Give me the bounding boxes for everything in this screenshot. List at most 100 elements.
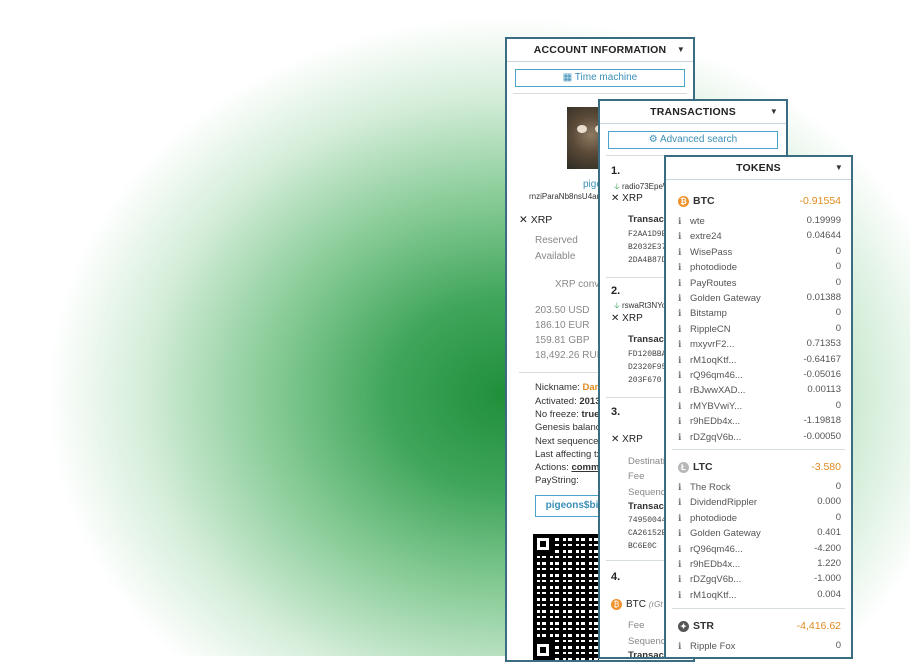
token-issuer-name[interactable]: DividendRippler xyxy=(690,497,757,508)
transactions-panel-header[interactable]: TRANSACTIONS ▼ xyxy=(600,101,786,124)
token-issuer-name[interactable]: rDZgqV6b... xyxy=(690,432,741,443)
token-issuer-row[interactable]: ℹ Bitstamp 0 xyxy=(678,306,841,320)
token-group-separator xyxy=(672,608,845,609)
token-issuer-row[interactable]: ℹ PayRoutes 0 xyxy=(678,276,841,290)
token-issuer-row[interactable]: ℹ rMYBVwiY... 0 xyxy=(678,399,841,413)
token-issuer-name[interactable]: rQ96qm46... xyxy=(690,370,743,381)
info-icon[interactable]: ℹ xyxy=(678,399,690,413)
info-icon[interactable]: ℹ xyxy=(678,291,690,305)
info-icon[interactable]: ℹ xyxy=(678,337,690,351)
token-issuer-name[interactable]: rQ96qm46... xyxy=(690,544,743,555)
token-issuer-balance: 0 xyxy=(835,276,841,288)
info-icon[interactable]: ℹ xyxy=(678,276,690,290)
info-icon[interactable]: ℹ xyxy=(678,588,690,602)
transactions-panel-title: TRANSACTIONS xyxy=(650,106,736,118)
info-icon[interactable]: ℹ xyxy=(678,368,690,382)
info-icon[interactable]: ℹ xyxy=(678,353,690,367)
token-issuer-name[interactable]: Ripple Fox xyxy=(690,641,735,652)
token-currency-2[interactable]: ✦ STR -4,416.62 xyxy=(678,618,841,634)
token-issuer-name[interactable]: PayRoutes xyxy=(690,278,736,289)
token-issuer-name[interactable]: extre24 xyxy=(690,231,722,242)
token-issuer-name[interactable]: RippleCN xyxy=(690,324,731,335)
currency-coin-icon: ₿ xyxy=(678,195,689,207)
token-issuer-row[interactable]: ℹ rM1oqKtf... -0.64167 xyxy=(678,353,841,367)
token-issuer-balance: 0 xyxy=(835,511,841,523)
token-issuer-name[interactable]: r9hEDb4x... xyxy=(690,559,740,570)
token-issuer-balance: -1.19818 xyxy=(803,415,841,427)
info-icon[interactable]: ℹ xyxy=(678,214,690,228)
token-issuer-name[interactable]: Bitstamp xyxy=(690,308,727,319)
advanced-search-button[interactable]: ⚙ Advanced search xyxy=(608,131,778,149)
info-icon[interactable]: ℹ xyxy=(678,306,690,320)
account-panel-title: ACCOUNT INFORMATION xyxy=(533,44,667,56)
xrp-icon: ✕ xyxy=(519,214,531,226)
token-currency-1[interactable]: Ł LTC -3.580 xyxy=(678,459,841,475)
token-issuer-name[interactable]: photodiode xyxy=(690,513,737,524)
caret-down-icon[interactable]: ▼ xyxy=(835,157,843,179)
token-issuer-row[interactable]: ℹ rQ96qm46... -0.05016 xyxy=(678,368,841,382)
info-icon[interactable]: ℹ xyxy=(678,557,690,571)
token-issuer-name[interactable]: rM1oqKtf... xyxy=(690,355,736,366)
info-icon[interactable]: ℹ xyxy=(678,542,690,556)
info-icon[interactable]: ℹ xyxy=(678,245,690,259)
token-issuer-row[interactable]: ℹ mxyvrF2... 0.71353 xyxy=(678,337,841,351)
qr-code xyxy=(533,534,599,660)
token-issuer-row[interactable]: ℹ Golden Gateway 0.401 xyxy=(678,526,841,540)
token-issuer-row[interactable]: ℹ rDZgqV6b... -0.00050 xyxy=(678,430,841,444)
info-icon[interactable]: ℹ xyxy=(678,639,690,653)
token-issuer-name[interactable]: photodiode xyxy=(690,262,737,273)
token-issuer-row[interactable]: ℹ rQ96qm46... -4.200 xyxy=(678,542,841,556)
token-issuer-row[interactable]: ℹ photodiode 0 xyxy=(678,260,841,274)
token-issuer-row[interactable]: ℹ r9hEDb4x... -1.19818 xyxy=(678,414,841,428)
token-currency-0[interactable]: ₿ BTC -0.91554 xyxy=(678,193,841,209)
token-issuer-row[interactable]: ℹ photodiode 0 xyxy=(678,511,841,525)
info-icon[interactable]: ℹ xyxy=(678,229,690,243)
token-issuer-row[interactable]: ℹ rDZgqV6b... -1.000 xyxy=(678,572,841,586)
token-issuer-balance: 0 xyxy=(835,399,841,411)
info-icon[interactable]: ℹ xyxy=(678,430,690,444)
info-icon[interactable]: ℹ xyxy=(678,322,690,336)
token-issuer-row[interactable]: ℹ WisePass 0 xyxy=(678,245,841,259)
account-panel-header[interactable]: ACCOUNT INFORMATION ▼ xyxy=(507,39,693,62)
info-icon[interactable]: ℹ xyxy=(678,480,690,494)
token-issuer-name[interactable]: rM1oqKtf... xyxy=(690,590,736,601)
info-icon[interactable]: ℹ xyxy=(678,526,690,540)
info-icon[interactable]: ℹ xyxy=(678,511,690,525)
token-issuer-name[interactable]: Golden Gateway xyxy=(690,528,761,539)
token-issuer-balance: 0 xyxy=(835,245,841,257)
token-issuer-row[interactable]: ℹ The Rock 0 xyxy=(678,480,841,494)
caret-down-icon[interactable]: ▼ xyxy=(677,39,685,61)
token-issuer-row[interactable]: ℹ RippleCN 0 xyxy=(678,322,841,336)
token-issuer-row[interactable]: ℹ wte 0.19999 xyxy=(678,214,841,228)
token-issuer-name[interactable]: Golden Gateway xyxy=(690,293,761,304)
token-issuer-name[interactable]: rMYBVwiY... xyxy=(690,401,742,412)
time-machine-button[interactable]: ▦ Time machine xyxy=(515,69,685,87)
info-icon[interactable]: ℹ xyxy=(678,260,690,274)
token-issuer-balance: -4.200 xyxy=(814,542,841,554)
info-icon[interactable]: ℹ xyxy=(678,383,690,397)
token-issuer-name[interactable]: The Rock xyxy=(690,482,731,493)
token-issuer-balance: 0.000 xyxy=(817,496,841,508)
token-issuer-name[interactable]: r9hEDb4x... xyxy=(690,416,740,427)
token-issuer-name[interactable]: WisePass xyxy=(690,247,732,258)
token-issuer-row[interactable]: ℹ extre24 0.04644 xyxy=(678,229,841,243)
token-issuer-name[interactable]: rDZgqV6b... xyxy=(690,574,741,585)
caret-down-icon[interactable]: ▼ xyxy=(770,101,778,123)
tokens-panel-header[interactable]: TOKENS ▼ xyxy=(666,157,851,180)
token-issuer-row[interactable]: ℹ rM1oqKtf... 0.004 xyxy=(678,588,841,602)
token-issuer-name[interactable]: rBJwwXAD... xyxy=(690,385,745,396)
info-icon[interactable]: ℹ xyxy=(678,414,690,428)
token-issuer-row[interactable]: ℹ Ripple Fox 0 xyxy=(678,639,841,653)
token-issuer-balance: 1.220 xyxy=(817,558,841,569)
token-issuer-row[interactable]: ℹ rBJwwXAD... 0.00113 xyxy=(678,383,841,397)
token-issuer-balance: 0.71353 xyxy=(806,338,841,350)
info-icon[interactable]: ℹ xyxy=(678,495,690,509)
info-icon[interactable]: ℹ xyxy=(678,572,690,586)
xrp-icon: ✕ xyxy=(611,313,623,324)
token-issuer-name[interactable]: mxyvrF2... xyxy=(690,339,734,350)
token-issuer-row[interactable]: ℹ r9hEDb4x... 1.220 xyxy=(678,557,841,571)
token-currency-total: -4,416.62 xyxy=(796,620,841,632)
token-issuer-name[interactable]: wte xyxy=(690,216,705,227)
token-issuer-row[interactable]: ℹ Golden Gateway 0.01388 xyxy=(678,291,841,305)
token-issuer-row[interactable]: ℹ DividendRippler 0.000 xyxy=(678,495,841,509)
